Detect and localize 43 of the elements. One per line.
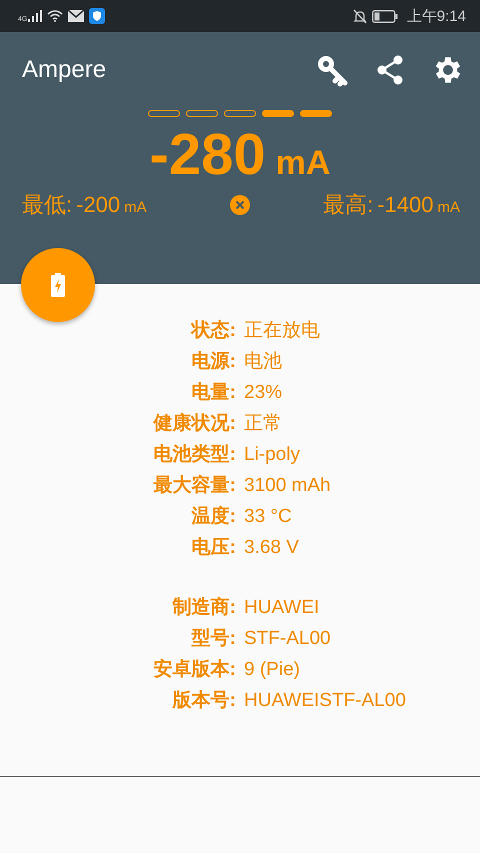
info-label: 安卓版本: (152, 658, 236, 682)
info-label: 电量: (190, 381, 236, 405)
bell-off-icon (352, 8, 367, 24)
info-value: 9 (Pie) (244, 659, 301, 681)
min-value: -200 (76, 192, 120, 218)
info-value: 23% (244, 382, 284, 404)
min-label: 最低: (22, 191, 72, 219)
max-value: -1400 (377, 192, 434, 218)
battery-fab[interactable] (21, 248, 95, 322)
info-value: 33 °C (244, 506, 293, 528)
reset-icon[interactable] (230, 195, 250, 215)
battery-bolt-icon (51, 273, 65, 297)
info-label: 健康状况: (152, 412, 236, 436)
info-label: 电源: (190, 350, 236, 374)
app-title: Ampere (22, 56, 106, 84)
info-value: 正常 (244, 412, 283, 436)
info-label: 温度: (190, 504, 236, 529)
signal-icon (28, 10, 42, 22)
info-label: 最大容量: (152, 474, 236, 498)
mail-icon (68, 10, 84, 22)
max-unit: mA (437, 199, 460, 216)
min-unit: mA (124, 199, 147, 216)
info-value: STF-AL00 (244, 628, 332, 650)
shield-icon (89, 8, 106, 24)
battery-icon (372, 10, 398, 22)
max-label: 最高: (323, 191, 374, 219)
info-value: HUAWEISTF-AL00 (244, 690, 407, 712)
info-value: 正在放电 (244, 319, 321, 343)
current-unit: mA (276, 144, 330, 183)
info-value: HUAWEI (244, 597, 320, 619)
info-value: Li-poly (244, 444, 301, 466)
info-label: 电压: (190, 536, 236, 560)
clock-time: 上午9:14 (406, 6, 466, 26)
info-label: 型号: (190, 627, 236, 651)
current-value: -280 (150, 121, 266, 188)
info-label: 版本号: (171, 689, 236, 713)
info-label: 状态: (190, 318, 236, 343)
info-value: 3100 mAh (244, 475, 332, 497)
info-value: 电池 (244, 350, 283, 374)
info-label: 制造商: (171, 596, 236, 620)
wifi-icon (47, 10, 64, 22)
info-value: 3.68 V (244, 537, 300, 559)
info-label: 电池类型: (152, 443, 236, 467)
